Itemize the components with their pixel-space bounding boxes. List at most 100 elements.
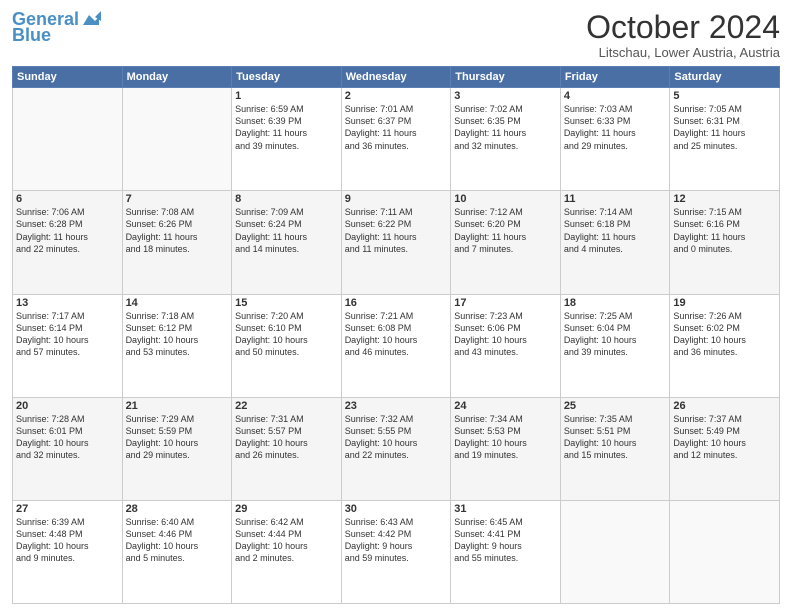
day-number: 4 [564, 90, 667, 102]
calendar-week-row: 13Sunrise: 7:17 AM Sunset: 6:14 PM Dayli… [13, 294, 780, 397]
weekday-header-tuesday: Tuesday [232, 67, 342, 88]
day-number: 9 [345, 193, 448, 205]
day-number: 21 [126, 400, 229, 412]
day-number: 23 [345, 400, 448, 412]
day-number: 22 [235, 400, 338, 412]
day-info: Sunrise: 7:15 AM Sunset: 6:16 PM Dayligh… [673, 206, 776, 255]
day-info: Sunrise: 7:20 AM Sunset: 6:10 PM Dayligh… [235, 310, 338, 359]
day-info: Sunrise: 7:02 AM Sunset: 6:35 PM Dayligh… [454, 103, 557, 152]
day-info: Sunrise: 7:28 AM Sunset: 6:01 PM Dayligh… [16, 413, 119, 462]
day-info: Sunrise: 7:29 AM Sunset: 5:59 PM Dayligh… [126, 413, 229, 462]
day-number: 2 [345, 90, 448, 102]
logo-icon [79, 11, 101, 29]
calendar-cell: 9Sunrise: 7:11 AM Sunset: 6:22 PM Daylig… [341, 191, 451, 294]
calendar-cell: 4Sunrise: 7:03 AM Sunset: 6:33 PM Daylig… [560, 88, 670, 191]
day-info: Sunrise: 7:34 AM Sunset: 5:53 PM Dayligh… [454, 413, 557, 462]
day-info: Sunrise: 6:59 AM Sunset: 6:39 PM Dayligh… [235, 103, 338, 152]
day-number: 29 [235, 503, 338, 515]
day-info: Sunrise: 7:31 AM Sunset: 5:57 PM Dayligh… [235, 413, 338, 462]
calendar-week-row: 20Sunrise: 7:28 AM Sunset: 6:01 PM Dayli… [13, 397, 780, 500]
location-subtitle: Litschau, Lower Austria, Austria [586, 45, 780, 60]
day-info: Sunrise: 6:39 AM Sunset: 4:48 PM Dayligh… [16, 516, 119, 565]
calendar-cell: 19Sunrise: 7:26 AM Sunset: 6:02 PM Dayli… [670, 294, 780, 397]
calendar-cell: 10Sunrise: 7:12 AM Sunset: 6:20 PM Dayli… [451, 191, 561, 294]
day-info: Sunrise: 7:12 AM Sunset: 6:20 PM Dayligh… [454, 206, 557, 255]
day-number: 10 [454, 193, 557, 205]
day-info: Sunrise: 7:37 AM Sunset: 5:49 PM Dayligh… [673, 413, 776, 462]
calendar-table: SundayMondayTuesdayWednesdayThursdayFrid… [12, 66, 780, 604]
calendar-cell: 15Sunrise: 7:20 AM Sunset: 6:10 PM Dayli… [232, 294, 342, 397]
day-info: Sunrise: 7:09 AM Sunset: 6:24 PM Dayligh… [235, 206, 338, 255]
day-number: 5 [673, 90, 776, 102]
calendar-cell: 25Sunrise: 7:35 AM Sunset: 5:51 PM Dayli… [560, 397, 670, 500]
calendar-cell [13, 88, 123, 191]
weekday-header-row: SundayMondayTuesdayWednesdayThursdayFrid… [13, 67, 780, 88]
calendar-cell: 1Sunrise: 6:59 AM Sunset: 6:39 PM Daylig… [232, 88, 342, 191]
calendar-week-row: 27Sunrise: 6:39 AM Sunset: 4:48 PM Dayli… [13, 500, 780, 603]
day-number: 27 [16, 503, 119, 515]
calendar-cell: 8Sunrise: 7:09 AM Sunset: 6:24 PM Daylig… [232, 191, 342, 294]
calendar-week-row: 6Sunrise: 7:06 AM Sunset: 6:28 PM Daylig… [13, 191, 780, 294]
calendar-cell: 5Sunrise: 7:05 AM Sunset: 6:31 PM Daylig… [670, 88, 780, 191]
day-info: Sunrise: 7:21 AM Sunset: 6:08 PM Dayligh… [345, 310, 448, 359]
day-number: 20 [16, 400, 119, 412]
day-number: 19 [673, 297, 776, 309]
day-number: 31 [454, 503, 557, 515]
day-number: 15 [235, 297, 338, 309]
calendar-cell [122, 88, 232, 191]
day-number: 3 [454, 90, 557, 102]
day-info: Sunrise: 7:25 AM Sunset: 6:04 PM Dayligh… [564, 310, 667, 359]
day-info: Sunrise: 6:40 AM Sunset: 4:46 PM Dayligh… [126, 516, 229, 565]
day-info: Sunrise: 7:17 AM Sunset: 6:14 PM Dayligh… [16, 310, 119, 359]
calendar-cell: 22Sunrise: 7:31 AM Sunset: 5:57 PM Dayli… [232, 397, 342, 500]
day-info: Sunrise: 7:03 AM Sunset: 6:33 PM Dayligh… [564, 103, 667, 152]
calendar-cell: 20Sunrise: 7:28 AM Sunset: 6:01 PM Dayli… [13, 397, 123, 500]
calendar-cell: 31Sunrise: 6:45 AM Sunset: 4:41 PM Dayli… [451, 500, 561, 603]
calendar-cell: 26Sunrise: 7:37 AM Sunset: 5:49 PM Dayli… [670, 397, 780, 500]
calendar-cell: 28Sunrise: 6:40 AM Sunset: 4:46 PM Dayli… [122, 500, 232, 603]
day-number: 12 [673, 193, 776, 205]
day-info: Sunrise: 6:45 AM Sunset: 4:41 PM Dayligh… [454, 516, 557, 565]
header: General Blue October 2024 Litschau, Lowe… [12, 10, 780, 60]
day-info: Sunrise: 7:35 AM Sunset: 5:51 PM Dayligh… [564, 413, 667, 462]
calendar-cell: 23Sunrise: 7:32 AM Sunset: 5:55 PM Dayli… [341, 397, 451, 500]
main-container: General Blue October 2024 Litschau, Lowe… [0, 0, 792, 612]
calendar-cell [670, 500, 780, 603]
day-info: Sunrise: 7:08 AM Sunset: 6:26 PM Dayligh… [126, 206, 229, 255]
day-number: 30 [345, 503, 448, 515]
calendar-cell: 11Sunrise: 7:14 AM Sunset: 6:18 PM Dayli… [560, 191, 670, 294]
calendar-cell: 17Sunrise: 7:23 AM Sunset: 6:06 PM Dayli… [451, 294, 561, 397]
calendar-cell: 6Sunrise: 7:06 AM Sunset: 6:28 PM Daylig… [13, 191, 123, 294]
weekday-header-wednesday: Wednesday [341, 67, 451, 88]
day-info: Sunrise: 7:01 AM Sunset: 6:37 PM Dayligh… [345, 103, 448, 152]
day-info: Sunrise: 7:14 AM Sunset: 6:18 PM Dayligh… [564, 206, 667, 255]
calendar-cell: 27Sunrise: 6:39 AM Sunset: 4:48 PM Dayli… [13, 500, 123, 603]
calendar-cell: 16Sunrise: 7:21 AM Sunset: 6:08 PM Dayli… [341, 294, 451, 397]
weekday-header-saturday: Saturday [670, 67, 780, 88]
day-number: 8 [235, 193, 338, 205]
calendar-cell: 2Sunrise: 7:01 AM Sunset: 6:37 PM Daylig… [341, 88, 451, 191]
calendar-cell: 18Sunrise: 7:25 AM Sunset: 6:04 PM Dayli… [560, 294, 670, 397]
logo-blue: Blue [12, 26, 51, 46]
day-number: 14 [126, 297, 229, 309]
day-number: 24 [454, 400, 557, 412]
day-info: Sunrise: 7:05 AM Sunset: 6:31 PM Dayligh… [673, 103, 776, 152]
calendar-cell: 30Sunrise: 6:43 AM Sunset: 4:42 PM Dayli… [341, 500, 451, 603]
calendar-cell: 3Sunrise: 7:02 AM Sunset: 6:35 PM Daylig… [451, 88, 561, 191]
day-number: 16 [345, 297, 448, 309]
day-number: 6 [16, 193, 119, 205]
day-number: 13 [16, 297, 119, 309]
weekday-header-thursday: Thursday [451, 67, 561, 88]
day-number: 1 [235, 90, 338, 102]
day-info: Sunrise: 6:42 AM Sunset: 4:44 PM Dayligh… [235, 516, 338, 565]
day-number: 18 [564, 297, 667, 309]
logo: General Blue [12, 10, 101, 46]
calendar-week-row: 1Sunrise: 6:59 AM Sunset: 6:39 PM Daylig… [13, 88, 780, 191]
day-info: Sunrise: 7:32 AM Sunset: 5:55 PM Dayligh… [345, 413, 448, 462]
calendar-cell: 21Sunrise: 7:29 AM Sunset: 5:59 PM Dayli… [122, 397, 232, 500]
weekday-header-friday: Friday [560, 67, 670, 88]
calendar-cell: 7Sunrise: 7:08 AM Sunset: 6:26 PM Daylig… [122, 191, 232, 294]
day-info: Sunrise: 7:26 AM Sunset: 6:02 PM Dayligh… [673, 310, 776, 359]
calendar-cell: 14Sunrise: 7:18 AM Sunset: 6:12 PM Dayli… [122, 294, 232, 397]
day-info: Sunrise: 6:43 AM Sunset: 4:42 PM Dayligh… [345, 516, 448, 565]
